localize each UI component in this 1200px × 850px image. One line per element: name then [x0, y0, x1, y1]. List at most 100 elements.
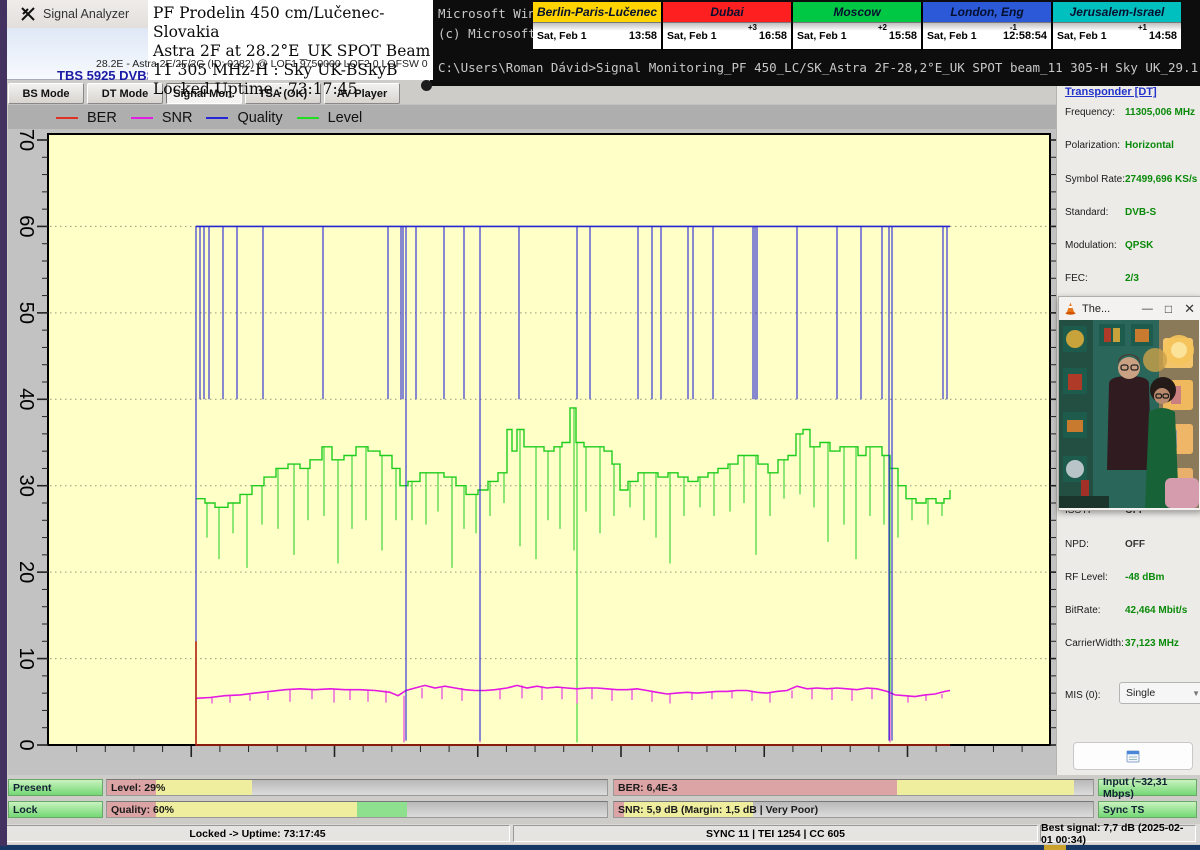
clock-time-row: Sat, Feb 1+215:58 [793, 22, 921, 49]
progress-bar: Quality: 60% [106, 801, 608, 818]
clock-utc-offset: +3 [748, 23, 757, 32]
ts-list-icon [1126, 750, 1140, 763]
progress-label: SNR: 5,9 dB (Margin: 1,5 dB | Very Poor) [618, 804, 818, 816]
field-symbol-rate-: Symbol Rate:27499,696 KS/s [1065, 174, 1195, 188]
progress-label: Level: 29% [111, 782, 165, 794]
clock-city-label: London, Eng [923, 2, 1051, 22]
tab-dt-mode[interactable]: DT Mode [87, 83, 163, 104]
footer-cell-2: SYNC 11 | TEI 1254 | CC 605 [513, 825, 1038, 842]
clock-time: 15:58 [889, 30, 917, 42]
clock-time: 12:58:54 [1003, 30, 1047, 42]
legend-swatch [297, 117, 319, 119]
chart-legend: BER SNR Quality Level [56, 108, 362, 128]
tab-bs-mode[interactable]: BS Mode [8, 83, 84, 104]
field-value: OFF [1125, 539, 1200, 550]
field-value: DVB-S [1125, 207, 1200, 218]
vlc-cone-icon [1065, 302, 1076, 315]
status-badge-lock: Lock [8, 801, 103, 818]
field-polarization-: Polarization:Horizontal [1065, 140, 1195, 154]
field-label: Polarization: [1065, 140, 1120, 151]
field-value: 2/3 [1125, 273, 1200, 284]
field-bitrate-: BitRate:42,464 Mbit/s [1065, 605, 1195, 619]
progress-bar: SNR: 5,9 dB (Margin: 1,5 dB | Very Poor) [613, 801, 1094, 818]
mis-dropdown[interactable]: Single ▼ [1119, 682, 1200, 704]
overlay-line-2: Astra 2F at 28.2°E_UK SPOT Beam [153, 42, 433, 61]
status-badge-present: Present [8, 779, 103, 796]
progress-bar: Level: 29% [106, 779, 608, 796]
legend-item-level: Level [297, 110, 363, 126]
field-value: 37,123 MHz [1125, 638, 1200, 649]
field-label: NPD: [1065, 539, 1089, 550]
maximize-icon[interactable]: □ [1165, 302, 1172, 316]
progress-segment [156, 802, 357, 817]
svg-text:40: 40 [15, 388, 37, 410]
taskbar-peek [1044, 845, 1066, 850]
clock-date: Sat, Feb 1 [1057, 30, 1107, 42]
legend-item-snr: SNR [131, 110, 193, 126]
field-frequency-: Frequency:11305,006 MHz [1065, 107, 1195, 121]
clock-time: 13:58 [629, 30, 657, 42]
field-label: CarrierWidth: [1065, 638, 1124, 649]
clock-date: Sat, Feb 1 [927, 30, 977, 42]
overlay-title-text: PF Prodelin 450 cm/Lučenec-Slovakia Astr… [153, 4, 433, 99]
app-icon [21, 7, 35, 21]
svg-text:20: 20 [15, 561, 37, 583]
close-icon[interactable]: ✕ [1184, 301, 1195, 317]
svg-text:0: 0 [15, 739, 37, 750]
clock-utc-offset: +2 [878, 23, 887, 32]
signal-analyzer-window: Signal Analyzer TBS 5925 DVBS2 Tuner 28.… [0, 0, 1200, 850]
legend-label: Quality [237, 110, 282, 126]
legend-swatch [131, 117, 153, 119]
field-value: Horizontal [1125, 140, 1200, 151]
field-label: Standard: [1065, 207, 1108, 218]
field-modulation-: Modulation:QPSK [1065, 240, 1195, 254]
overlay-line-1: PF Prodelin 450 cm/Lučenec-Slovakia [153, 4, 433, 42]
progress-label: Quality: 60% [111, 804, 174, 816]
field-label: Frequency: [1065, 107, 1115, 118]
clock-city-label: Moscow [793, 2, 921, 22]
legend-item-quality: Quality [206, 110, 282, 126]
clock-utc-offset: +1 [1138, 23, 1147, 32]
clock-time: 14:58 [1149, 30, 1177, 42]
legend-label: SNR [162, 110, 193, 126]
progress-segment [897, 780, 1074, 795]
overlay-line-3: 11 305 MHz-H : Sky UK-BSkyB [153, 61, 433, 80]
status-row-2: Lock Quality: 60% SNR: 5,9 dB (Margin: 1,5… [0, 801, 1200, 819]
svg-text:50: 50 [15, 302, 37, 324]
clock-time-row: Sat, Feb 1-112:58:54 [923, 22, 1051, 49]
clock-moscow: MoscowSat, Feb 1+215:58 [793, 2, 921, 50]
progress-segment [357, 802, 407, 817]
footer-statusbar: Locked -> Uptime: 73:17:45SYNC 11 | TEI … [0, 824, 1200, 844]
app-title: Signal Analyzer [43, 7, 129, 21]
field-label: MIS (0): [1065, 690, 1101, 701]
legend-label: BER [87, 110, 117, 126]
clock-city-label: Dubai [663, 2, 791, 22]
status-badge-sync-ts: Sync TS [1098, 801, 1197, 818]
legend-swatch [206, 117, 228, 119]
clock-time-row: Sat, Feb 1+316:58 [663, 22, 791, 49]
svg-text:70: 70 [15, 129, 37, 151]
transport-stream-button[interactable] [1073, 742, 1193, 770]
field-label: RF Level: [1065, 572, 1108, 583]
field-label: Symbol Rate: [1065, 174, 1125, 185]
legend-item-ber: BER [56, 110, 117, 126]
vlc-titlebar[interactable]: The... — □ ✕ [1059, 297, 1200, 320]
console-prompt[interactable]: C:\Users\Roman Dávid>Signal Monitoring_P… [438, 60, 1200, 75]
clock-date: Sat, Feb 1 [537, 30, 587, 42]
field-value: -48 dBm [1125, 572, 1200, 583]
svg-text:10: 10 [15, 647, 37, 669]
progress-segment [156, 780, 252, 795]
minimize-icon[interactable]: — [1142, 303, 1153, 315]
progress-bar: BER: 6,4E-3 [613, 779, 1094, 796]
field-value: 27499,696 KS/s [1125, 174, 1200, 185]
field-value: QPSK [1125, 240, 1200, 251]
console-line-2: (c) Microsoft [438, 26, 536, 41]
clock-london-eng: London, EngSat, Feb 1-112:58:54 [923, 2, 1051, 50]
clock-city-label: Berlin-Paris-Lučenec [533, 2, 661, 22]
vlc-video-window[interactable]: The... — □ ✕ [1058, 296, 1200, 511]
clock-berlin-paris-lu-enec: Berlin-Paris-Lučenec Sat, Feb 1 13:58 [533, 2, 661, 50]
clock-time: 16:58 [759, 30, 787, 42]
mis-dropdown-value: Single [1126, 687, 1155, 699]
window-bottom-edge [0, 845, 1200, 850]
clock-dubai: DubaiSat, Feb 1+316:58 [663, 2, 791, 50]
